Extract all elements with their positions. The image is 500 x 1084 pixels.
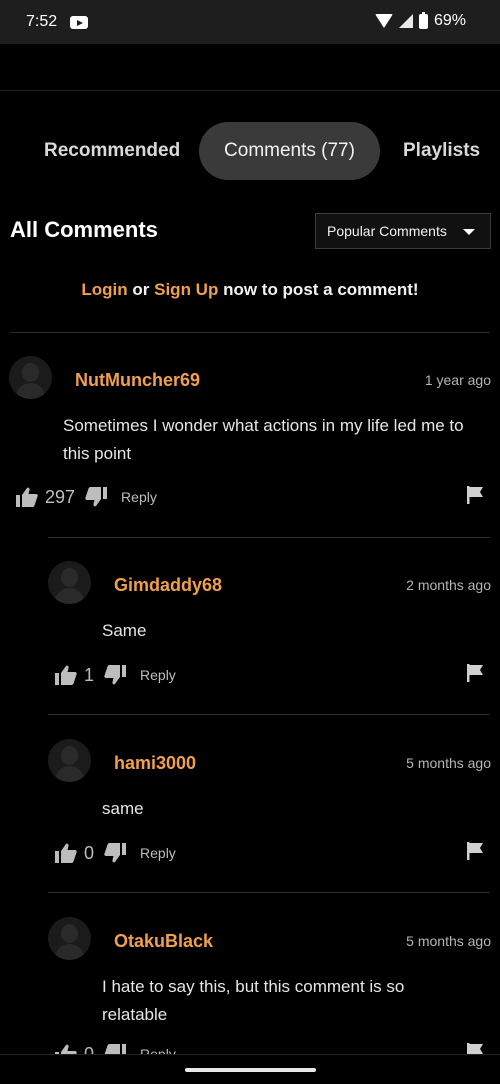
chevron-down-icon <box>463 229 475 235</box>
tab-comments[interactable]: Comments (77) <box>199 122 380 180</box>
comment-timestamp: 2 months ago <box>406 577 491 593</box>
thumbs-down-icon[interactable] <box>104 843 127 863</box>
header-area <box>0 44 500 91</box>
comment-text: Sometimes I wonder what actions in my li… <box>63 416 464 463</box>
all-comments-title: All Comments <box>10 217 158 242</box>
status-bar: 7:52 69% <box>0 0 500 44</box>
youtube-notification-icon <box>70 16 88 29</box>
cell-signal-icon <box>398 14 413 28</box>
comment-username[interactable]: OtakuBlack <box>114 931 213 952</box>
comment-actions: 0 Reply <box>55 842 176 864</box>
thumbs-up-icon[interactable] <box>16 487 38 507</box>
tab-playlists[interactable]: Playlists <box>403 122 480 180</box>
thumbs-down-icon[interactable] <box>85 487 108 507</box>
system-navigation-bar <box>0 1054 500 1084</box>
divider <box>48 714 490 715</box>
login-prompt-or: or <box>127 280 155 299</box>
battery-percent: 69% <box>433 12 466 29</box>
thumbs-down-icon[interactable] <box>104 665 127 685</box>
divider <box>10 332 490 333</box>
comment-timestamp: 5 months ago <box>406 755 491 771</box>
like-count: 0 <box>84 842 95 863</box>
comment-username[interactable]: Gimdaddy68 <box>114 575 222 596</box>
status-icons: 69% <box>374 11 466 30</box>
avatar[interactable] <box>9 356 52 399</box>
flag-icon[interactable] <box>467 842 483 860</box>
divider <box>48 537 490 538</box>
comment-username[interactable]: hami3000 <box>114 753 196 774</box>
sort-dropdown-value: Popular Comments <box>327 223 447 239</box>
comment-actions: 1 Reply <box>55 664 176 686</box>
comment-text: same <box>102 799 144 818</box>
wifi-icon <box>374 14 393 28</box>
reply-button[interactable]: Reply <box>140 845 176 861</box>
signup-link[interactable]: Sign Up <box>154 280 218 299</box>
avatar[interactable] <box>48 917 91 960</box>
comment-username[interactable]: NutMuncher69 <box>75 370 200 391</box>
sort-dropdown[interactable]: Popular Comments <box>315 213 491 249</box>
home-gesture-handle[interactable] <box>185 1068 316 1072</box>
flag-icon[interactable] <box>467 486 483 504</box>
like-count: 1 <box>84 664 95 685</box>
comment-actions: 297 Reply <box>16 486 157 508</box>
login-link[interactable]: Login <box>81 280 127 299</box>
login-prompt-rest: now to post a comment! <box>218 280 419 299</box>
reply-button[interactable]: Reply <box>140 667 176 683</box>
login-prompt: Login or Sign Up now to post a comment! <box>0 280 500 300</box>
like-count: 297 <box>45 486 76 507</box>
comment-timestamp: 1 year ago <box>424 372 491 388</box>
battery-icon <box>418 11 428 29</box>
comment-text: I hate to say this, but this comment is … <box>102 977 405 1024</box>
reply-button[interactable]: Reply <box>121 489 157 505</box>
comment-timestamp: 5 months ago <box>406 933 491 949</box>
thumbs-up-icon[interactable] <box>55 843 77 863</box>
divider <box>48 892 490 893</box>
flag-icon[interactable] <box>467 664 483 682</box>
tab-recommended[interactable]: Recommended <box>44 122 180 180</box>
comment-text: Same <box>102 621 147 640</box>
avatar[interactable] <box>48 739 91 782</box>
avatar[interactable] <box>48 561 91 604</box>
thumbs-up-icon[interactable] <box>55 665 77 685</box>
tab-bar: Recommended Comments (77) Playlists <box>0 122 500 180</box>
status-time: 7:52 <box>26 13 58 30</box>
